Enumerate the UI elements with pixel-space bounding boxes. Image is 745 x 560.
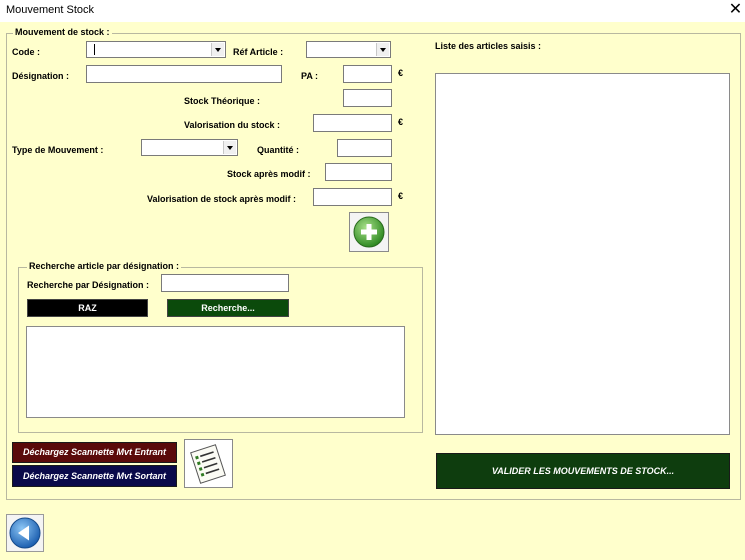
valorisation-apres-label: Valorisation de stock après modif : [147, 194, 297, 204]
valorisation-apres-currency: € [398, 191, 404, 201]
valorisation-apres-field[interactable] [313, 188, 392, 206]
title-bar: Mouvement Stock ✕ [0, 0, 745, 22]
liste-articles-label: Liste des articles saisis : [435, 41, 542, 51]
checklist-button[interactable] [184, 439, 233, 488]
recherche-button[interactable]: Recherche... [167, 299, 289, 317]
chevron-down-icon[interactable] [211, 43, 224, 56]
stock-theorique-label: Stock Théorique : [184, 96, 261, 106]
designation-field[interactable] [86, 65, 282, 83]
code-combobox[interactable] [86, 41, 226, 58]
raz-button-label: RAZ [78, 303, 97, 313]
form-client-area: Mouvement de stock : Code : Réf Article … [0, 22, 745, 560]
mouvement-frame-label: Mouvement de stock : [13, 27, 112, 37]
valorisation-currency: € [398, 117, 404, 127]
checklist-icon [190, 444, 226, 484]
valorisation-field[interactable] [313, 114, 392, 132]
quantite-field[interactable] [337, 139, 392, 157]
decharger-sortant-button[interactable]: Déchargez Scannette Mvt Sortant [12, 465, 177, 487]
raz-button[interactable]: RAZ [27, 299, 148, 317]
chevron-down-icon[interactable] [223, 141, 236, 154]
recherche-frame-label: Recherche article par désignation : [27, 261, 182, 271]
window-title: Mouvement Stock [6, 4, 95, 16]
type-mouvement-combobox[interactable] [141, 139, 238, 156]
decharger-entrant-label: Déchargez Scannette Mvt Entrant [22, 447, 167, 457]
stock-apres-field[interactable] [325, 163, 392, 181]
valider-mouvements-button[interactable]: VALIDER LES MOUVEMENTS DE STOCK... [436, 453, 730, 489]
recherche-designation-label: Recherche par Désignation : [27, 280, 150, 290]
quantite-label: Quantité : [257, 145, 299, 155]
valider-mouvements-label: VALIDER LES MOUVEMENTS DE STOCK... [491, 466, 675, 476]
add-article-button[interactable] [349, 212, 389, 252]
back-arrow-icon [9, 517, 41, 549]
recherche-button-label: Recherche... [201, 303, 255, 313]
chevron-down-icon[interactable] [376, 43, 389, 56]
code-label: Code : [12, 47, 40, 57]
close-icon[interactable]: ✕ [726, 0, 745, 22]
text-caret [94, 44, 95, 55]
add-plus-icon [353, 216, 385, 248]
liste-articles-list[interactable] [435, 73, 730, 435]
stock-theorique-field[interactable] [343, 89, 392, 107]
type-mouvement-label: Type de Mouvement : [12, 145, 104, 155]
stock-apres-label: Stock après modif : [227, 169, 311, 179]
pa-currency: € [398, 68, 404, 78]
decharger-entrant-button[interactable]: Déchargez Scannette Mvt Entrant [12, 442, 177, 463]
ref-article-label: Réf Article : [233, 47, 284, 57]
decharger-sortant-label: Déchargez Scannette Mvt Sortant [22, 471, 167, 481]
back-button[interactable] [6, 514, 44, 552]
designation-label: Désignation : [12, 71, 70, 81]
ref-article-combobox[interactable] [306, 41, 391, 58]
valorisation-label: Valorisation du stock : [184, 120, 281, 130]
pa-label: PA : [301, 71, 318, 81]
recherche-results-list[interactable] [26, 326, 405, 418]
recherche-designation-field[interactable] [161, 274, 289, 292]
pa-field[interactable] [343, 65, 392, 83]
